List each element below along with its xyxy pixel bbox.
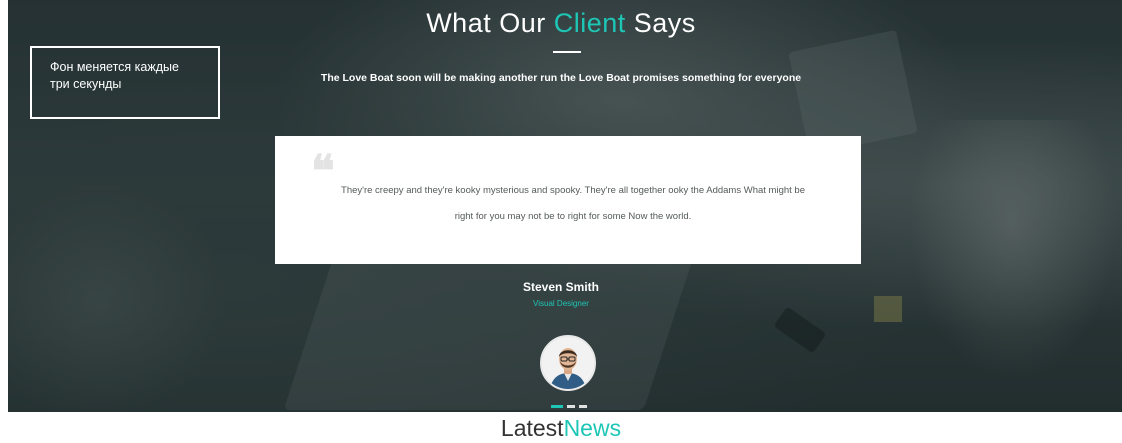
- testimonial-card: ❝ They're creepy and they're kooky myste…: [275, 136, 861, 264]
- testimonial-text: They're creepy and they're kooky mysteri…: [341, 185, 805, 222]
- section-title: What Our Client Says: [0, 8, 1122, 39]
- section-title-part1: What Our: [426, 8, 554, 38]
- carousel-dot-1[interactable]: [551, 405, 563, 408]
- section-subtitle: The Love Boat soon will be making anothe…: [320, 72, 802, 84]
- latest-news-accent: News: [563, 415, 622, 441]
- section-title-part2: Says: [625, 8, 696, 38]
- carousel-dots: [551, 405, 587, 408]
- latest-news-title: LatestNews: [0, 415, 1122, 442]
- author-name: Steven Smith: [522, 280, 600, 294]
- latest-news-part1: Latest: [500, 415, 564, 441]
- carousel-dot-3[interactable]: [579, 405, 587, 408]
- carousel-dot-2[interactable]: [567, 405, 575, 408]
- avatar-icon: [542, 337, 594, 389]
- avatar: [540, 335, 596, 391]
- quote-icon: ❝: [311, 146, 335, 197]
- title-divider: [553, 51, 581, 53]
- author-role: Visual Designer: [533, 299, 589, 308]
- section-title-accent: Client: [553, 8, 626, 38]
